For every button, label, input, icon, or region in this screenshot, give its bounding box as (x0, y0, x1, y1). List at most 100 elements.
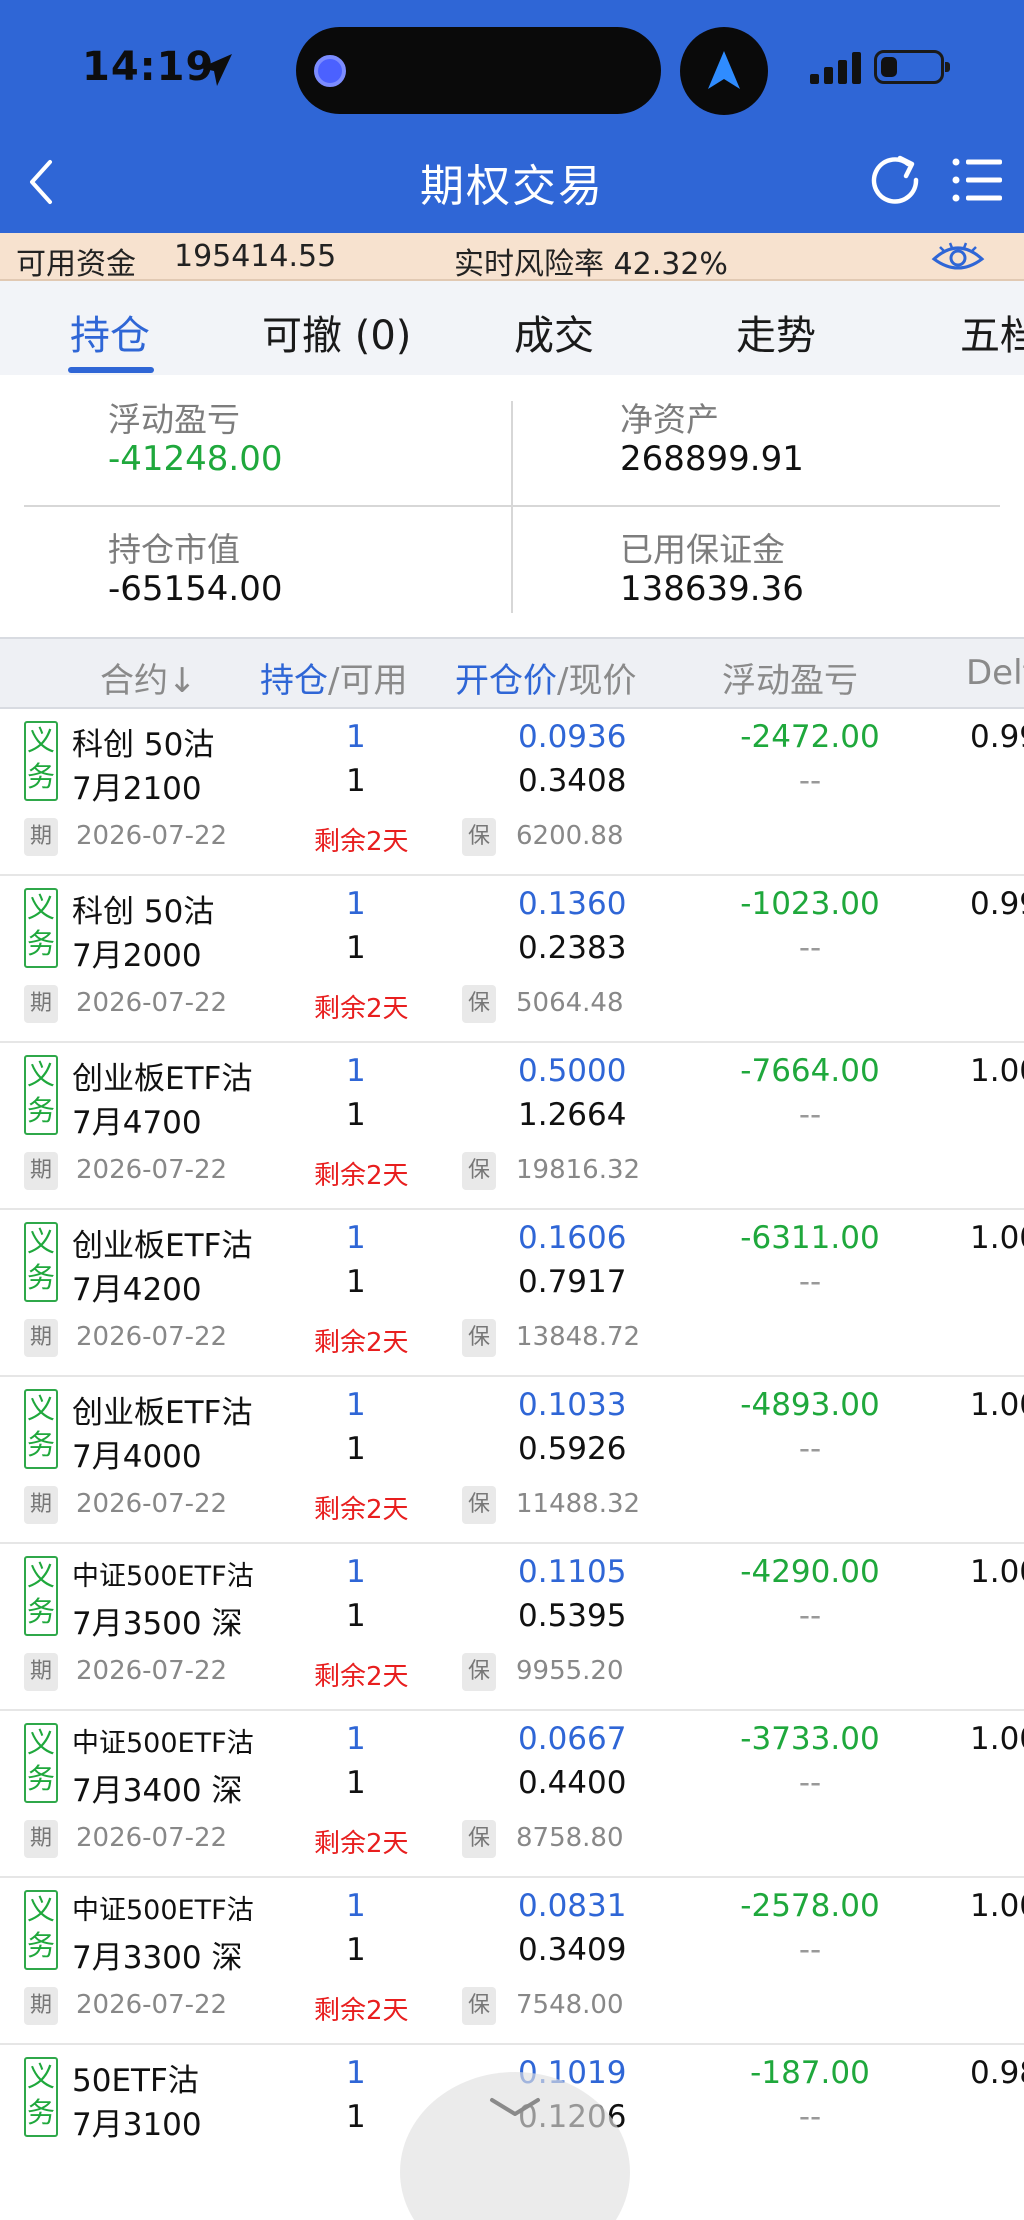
column-hold-avail: 持仓/可用 (260, 653, 407, 702)
column-contract-sort[interactable]: 合约↓ (100, 653, 197, 702)
margin-tag: 保 (462, 1987, 496, 2025)
hold-qty: 1 (346, 2055, 366, 2091)
contract-strike: 7月4000 (72, 1439, 202, 1475)
tab-trades[interactable]: 成交 (514, 303, 594, 361)
position-row[interactable]: 义务 创业板ETF沽 7月4700 1 1 0.5000 1.2664 -766… (0, 1043, 1024, 1210)
floating-pnl: -2472.00 (740, 719, 880, 755)
eye-icon[interactable] (930, 239, 986, 275)
floating-pnl-value: -41248.00 (108, 439, 283, 479)
expiry-tag: 期 (24, 818, 58, 856)
funds-bar: 可用资金 195414.55 实时风险率 42.32% (0, 233, 1024, 282)
delta-value: 1.00 (970, 1220, 1024, 1256)
position-row[interactable]: 义务 科创 50沽 7月2100 1 1 0.0936 0.3408 -2472… (0, 709, 1024, 876)
contract-name: 50ETF沽 (72, 2063, 199, 2099)
floating-pnl: -2578.00 (740, 1888, 880, 1924)
avail-qty: 1 (346, 2099, 366, 2135)
refresh-icon[interactable] (866, 152, 924, 210)
days-remaining: 剩余2天 (314, 1829, 409, 1859)
expiry-date: 2026-07-22 (76, 1823, 228, 1853)
column-current-price: /现价 (557, 661, 637, 701)
available-funds-label: 可用资金 (16, 247, 136, 282)
hold-qty: 1 (346, 719, 366, 755)
column-floating-pnl: 浮动盈亏 (722, 661, 858, 701)
column-avail: /可用 (328, 661, 408, 701)
margin-value: 9955.20 (516, 1656, 624, 1686)
delta-value: 1.00 (970, 1554, 1024, 1590)
days-remaining: 剩余2天 (314, 1328, 409, 1358)
margin-tag: 保 (462, 1820, 496, 1858)
margin-tag: 保 (462, 818, 496, 856)
position-row[interactable]: 义务 中证500ETF沽 7月3400 深 1 1 0.0667 0.4400 … (0, 1711, 1024, 1878)
tab-five-levels[interactable]: 五档 (960, 303, 1024, 361)
contract-name: 科创 50沽 (72, 894, 215, 930)
location-arrow-icon (200, 54, 232, 86)
current-price: 0.3408 (518, 763, 627, 799)
floating-pnl: -6311.00 (740, 1220, 880, 1256)
positions-list: 义务 科创 50沽 7月2100 1 1 0.0936 0.3408 -2472… (0, 709, 1024, 2220)
expiry-tag: 期 (24, 1486, 58, 1524)
days-remaining: 剩余2天 (314, 1662, 409, 1692)
current-price: 0.4400 (518, 1765, 627, 1801)
position-row[interactable]: 义务 科创 50沽 7月2000 1 1 0.1360 0.2383 -1023… (0, 876, 1024, 1043)
contract-name: 科创 50沽 (72, 727, 215, 763)
margin-tag: 保 (462, 1152, 496, 1190)
tab-cancelable[interactable]: 可撤 (0) (262, 303, 411, 361)
pnl-ratio: -- (798, 2099, 822, 2135)
position-row[interactable]: 义务 创业板ETF沽 7月4200 1 1 0.1606 0.7917 -631… (0, 1210, 1024, 1377)
position-row[interactable]: 义务 创业板ETF沽 7月4000 1 1 0.1033 0.5926 -489… (0, 1377, 1024, 1544)
open-price: 0.1033 (518, 1387, 627, 1423)
obligation-tag: 义务 (24, 1556, 58, 1636)
position-row[interactable]: 义务 中证500ETF沽 7月3300 深 1 1 0.0831 0.3409 … (0, 1878, 1024, 2045)
pnl-ratio: -- (798, 1932, 822, 1968)
expiry-date: 2026-07-22 (76, 1990, 228, 2020)
market-value-value: -65154.00 (108, 569, 283, 609)
margin-tag: 保 (462, 1653, 496, 1691)
current-price: 0.3409 (518, 1932, 627, 1968)
expiry-date: 2026-07-22 (76, 1322, 228, 1352)
margin-value: 5064.48 (516, 988, 624, 1018)
positions-column-header: 合约↓ 持仓/可用 开仓价/现价 浮动盈亏 Delta (0, 637, 1024, 709)
expiry-tag: 期 (24, 1653, 58, 1691)
margin-tag: 保 (462, 985, 496, 1023)
open-price: 0.1105 (518, 1554, 627, 1590)
contract-name: 创业板ETF沽 (72, 1228, 253, 1264)
position-row[interactable]: 义务 中证500ETF沽 7月3500 深 1 1 0.1105 0.5395 … (0, 1544, 1024, 1711)
current-price: 0.2383 (518, 930, 627, 966)
margin-value: 11488.32 (516, 1489, 641, 1519)
hold-qty: 1 (346, 1220, 366, 1256)
contract-strike: 7月3300 深 (72, 1940, 243, 1976)
record-dot-icon (314, 55, 346, 87)
tab-trend[interactable]: 走势 (736, 303, 816, 361)
status-time: 14:19 (82, 44, 215, 90)
tab-positions[interactable]: 持仓 (70, 303, 150, 361)
current-price: 1.2664 (518, 1097, 627, 1133)
signal-icon (810, 52, 861, 84)
avail-qty: 1 (346, 1097, 366, 1133)
obligation-tag: 义务 (24, 1389, 58, 1469)
used-margin-value: 138639.36 (620, 569, 804, 609)
obligation-tag: 义务 (24, 1055, 58, 1135)
open-price: 0.5000 (518, 1053, 627, 1089)
margin-tag: 保 (462, 1319, 496, 1357)
expiry-date: 2026-07-22 (76, 1489, 228, 1519)
menu-icon[interactable] (952, 156, 1004, 204)
avail-qty: 1 (346, 1598, 366, 1634)
current-price: 0.5926 (518, 1431, 627, 1467)
margin-value: 8758.80 (516, 1823, 624, 1853)
expiry-date: 2026-07-22 (76, 821, 228, 851)
expiry-tag: 期 (24, 985, 58, 1023)
days-remaining: 剩余2天 (314, 1495, 409, 1525)
delta-value: 0.99 (970, 719, 1024, 755)
obligation-tag: 义务 (24, 1222, 58, 1302)
delta-value: 1.00 (970, 1888, 1024, 1924)
chevron-down-icon (490, 2098, 540, 2116)
delta-value: 1.00 (970, 1721, 1024, 1757)
margin-tag: 保 (462, 1486, 496, 1524)
floating-pnl: -187.00 (750, 2055, 870, 2091)
open-price: 0.1606 (518, 1220, 627, 1256)
contract-name: 创业板ETF沽 (72, 1395, 253, 1431)
days-remaining: 剩余2天 (314, 994, 409, 1024)
contract-strike: 7月4200 (72, 1272, 202, 1308)
net-assets-label: 净资产 (620, 400, 719, 439)
margin-value: 19816.32 (516, 1155, 641, 1185)
